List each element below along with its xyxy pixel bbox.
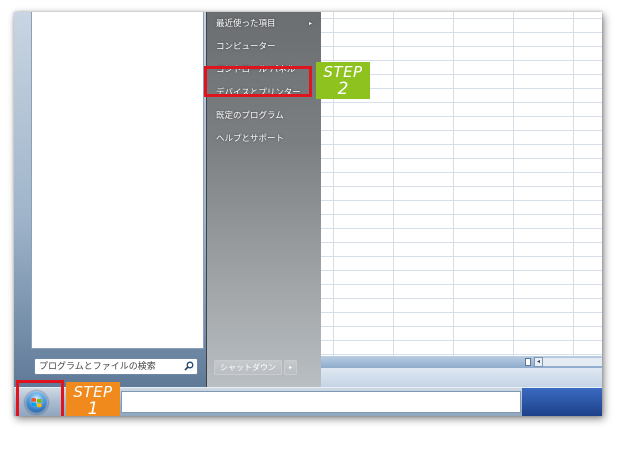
search-input[interactable] xyxy=(39,359,177,374)
control-panel-highlight-box xyxy=(204,66,312,97)
menu-item-recent-items[interactable]: 最近使った項目 ▸ xyxy=(212,14,316,34)
menu-item-label: 既定のプログラム xyxy=(216,111,284,121)
taskbar-blank-area xyxy=(121,391,521,413)
menu-item-help-and-support[interactable]: ヘルプとサポート xyxy=(212,129,316,149)
submenu-arrow-icon: ▸ xyxy=(308,20,312,27)
menu-item-default-programs[interactable]: 既定のプログラム xyxy=(212,106,316,126)
menu-item-label: 最近使った項目 xyxy=(216,19,276,29)
search-box[interactable] xyxy=(34,358,198,375)
chevron-right-icon: ▸ xyxy=(288,364,292,371)
scrollbar-track[interactable] xyxy=(543,358,602,366)
programs-list[interactable] xyxy=(31,12,204,349)
shutdown-button[interactable]: シャットダウン xyxy=(214,360,282,375)
shutdown-options-button[interactable]: ▸ xyxy=(284,360,297,375)
notification-area[interactable] xyxy=(522,388,602,416)
shutdown-label: シャットダウン xyxy=(220,363,276,372)
start-button-highlight-box xyxy=(16,380,64,416)
scrollbar-thumb[interactable] xyxy=(525,358,531,366)
search-icon[interactable] xyxy=(184,361,194,371)
step-badge-number: 1 xyxy=(87,399,99,417)
menu-item-label: コンピューター xyxy=(216,42,276,52)
menu-item-label: ヘルプとサポート xyxy=(216,134,285,144)
step-1-badge: STEP 1 xyxy=(66,382,120,416)
horizontal-scrollbar[interactable]: ◂ xyxy=(321,356,602,368)
step-badge-number: 2 xyxy=(337,79,349,99)
scroll-left-arrow-icon[interactable]: ◂ xyxy=(534,357,543,367)
step-2-badge: STEP 2 xyxy=(316,62,370,99)
background-window-status-bar xyxy=(321,368,602,387)
screenshot-frame: 最近使った項目 ▸ コンピューター コントロール パネル デバイスとプリンター … xyxy=(14,12,602,416)
menu-item-computer[interactable]: コンピューター xyxy=(212,37,316,57)
start-menu-left-pane xyxy=(14,12,206,387)
